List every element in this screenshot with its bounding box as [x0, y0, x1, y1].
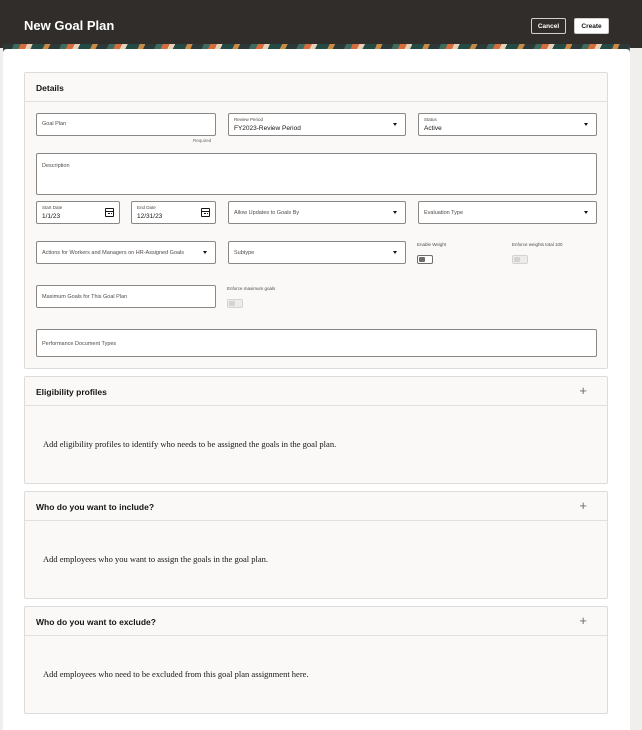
chevron-down-icon [393, 211, 397, 214]
description-label: Description [42, 163, 70, 169]
eligibility-divider [25, 405, 607, 406]
end-date-value: 12/31/23 [137, 213, 163, 220]
review-period-label: Review Period [234, 117, 264, 122]
enforce-weights-toggle[interactable] [512, 255, 528, 264]
status-value: Active [424, 125, 442, 132]
review-period-value: FY2023-Review Period [234, 125, 301, 132]
details-divider [25, 101, 607, 102]
page-header: New Goal Plan Cancel Create [0, 0, 642, 48]
exclude-text: Add employees who need to be excluded fr… [43, 669, 309, 679]
goal-plan-input[interactable]: Goal Plan [36, 113, 216, 136]
enforce-weights-label: Enforce weights total 100 [512, 242, 563, 247]
start-date-label: Start Date [42, 205, 63, 210]
perf-doc-types-label: Performance Document Types [42, 341, 117, 347]
eligibility-title: Eligibility profiles [36, 387, 107, 397]
status-select[interactable]: Status Active [418, 113, 597, 136]
actions-label: Actions for Workers and Managers on HR-A… [42, 250, 185, 256]
enforce-max-label: Enforce maximum goals [227, 286, 276, 291]
chevron-down-icon [393, 251, 397, 254]
status-label: Status [424, 117, 437, 122]
chevron-down-icon [393, 123, 397, 126]
chevron-down-icon [203, 251, 207, 254]
start-date-input[interactable]: Start Date 1/1/23 [36, 201, 120, 224]
include-title: Who do you want to include? [36, 502, 155, 512]
include-text: Add employees who you want to assign the… [43, 554, 268, 564]
exclude-title: Who do you want to exclude? [36, 617, 156, 627]
subtype-select[interactable]: Subtype [228, 241, 406, 264]
allow-updates-select[interactable]: Allow Updates to Goals By [228, 201, 406, 224]
include-divider [25, 520, 607, 521]
cancel-button[interactable]: Cancel [531, 18, 566, 34]
evaluation-type-select[interactable]: Evaluation Type [418, 201, 597, 224]
chevron-down-icon [584, 123, 588, 126]
include-section: Who do you want to include? + Add employ… [24, 491, 608, 599]
max-goals-input[interactable]: Maximum Goals for This Goal Plan [36, 285, 216, 308]
allow-updates-label: Allow Updates to Goals By [234, 210, 300, 216]
details-title: Details [36, 83, 64, 93]
add-icon[interactable]: + [579, 499, 587, 512]
add-icon[interactable]: + [579, 384, 587, 397]
exclude-divider [25, 635, 607, 636]
max-goals-label: Maximum Goals for This Goal Plan [42, 294, 128, 300]
evaluation-type-label: Evaluation Type [424, 210, 464, 216]
start-date-value: 1/1/23 [42, 213, 61, 220]
actions-select[interactable]: Actions for Workers and Managers on HR-A… [36, 241, 216, 264]
end-date-input[interactable]: End Date 12/31/23 [131, 201, 216, 224]
exclude-section: Who do you want to exclude? + Add employ… [24, 606, 608, 714]
enable-weight-label: Enable Weight [417, 242, 447, 247]
create-button[interactable]: Create [574, 18, 609, 34]
eligibility-text: Add eligibility profiles to identify who… [43, 439, 337, 449]
enforce-max-toggle[interactable] [227, 299, 243, 308]
description-textarea[interactable]: Description [36, 153, 597, 195]
add-icon[interactable]: + [579, 614, 587, 627]
calendar-icon[interactable] [201, 208, 210, 217]
perf-doc-types-select[interactable]: Performance Document Types [36, 329, 597, 357]
subtype-label: Subtype [234, 250, 255, 256]
chevron-down-icon [584, 211, 588, 214]
details-section: Details Goal Plan Required Review Period… [24, 72, 608, 369]
required-hint: Required [193, 138, 212, 143]
end-date-label: End Date [137, 205, 156, 210]
enable-weight-toggle[interactable] [417, 255, 433, 264]
review-period-select[interactable]: Review Period FY2023-Review Period [228, 113, 406, 136]
page-title: New Goal Plan [24, 18, 115, 33]
eligibility-section: Eligibility profiles + Add eligibility p… [24, 376, 608, 484]
calendar-icon[interactable] [105, 208, 114, 217]
goal-plan-label: Goal Plan [42, 121, 67, 127]
